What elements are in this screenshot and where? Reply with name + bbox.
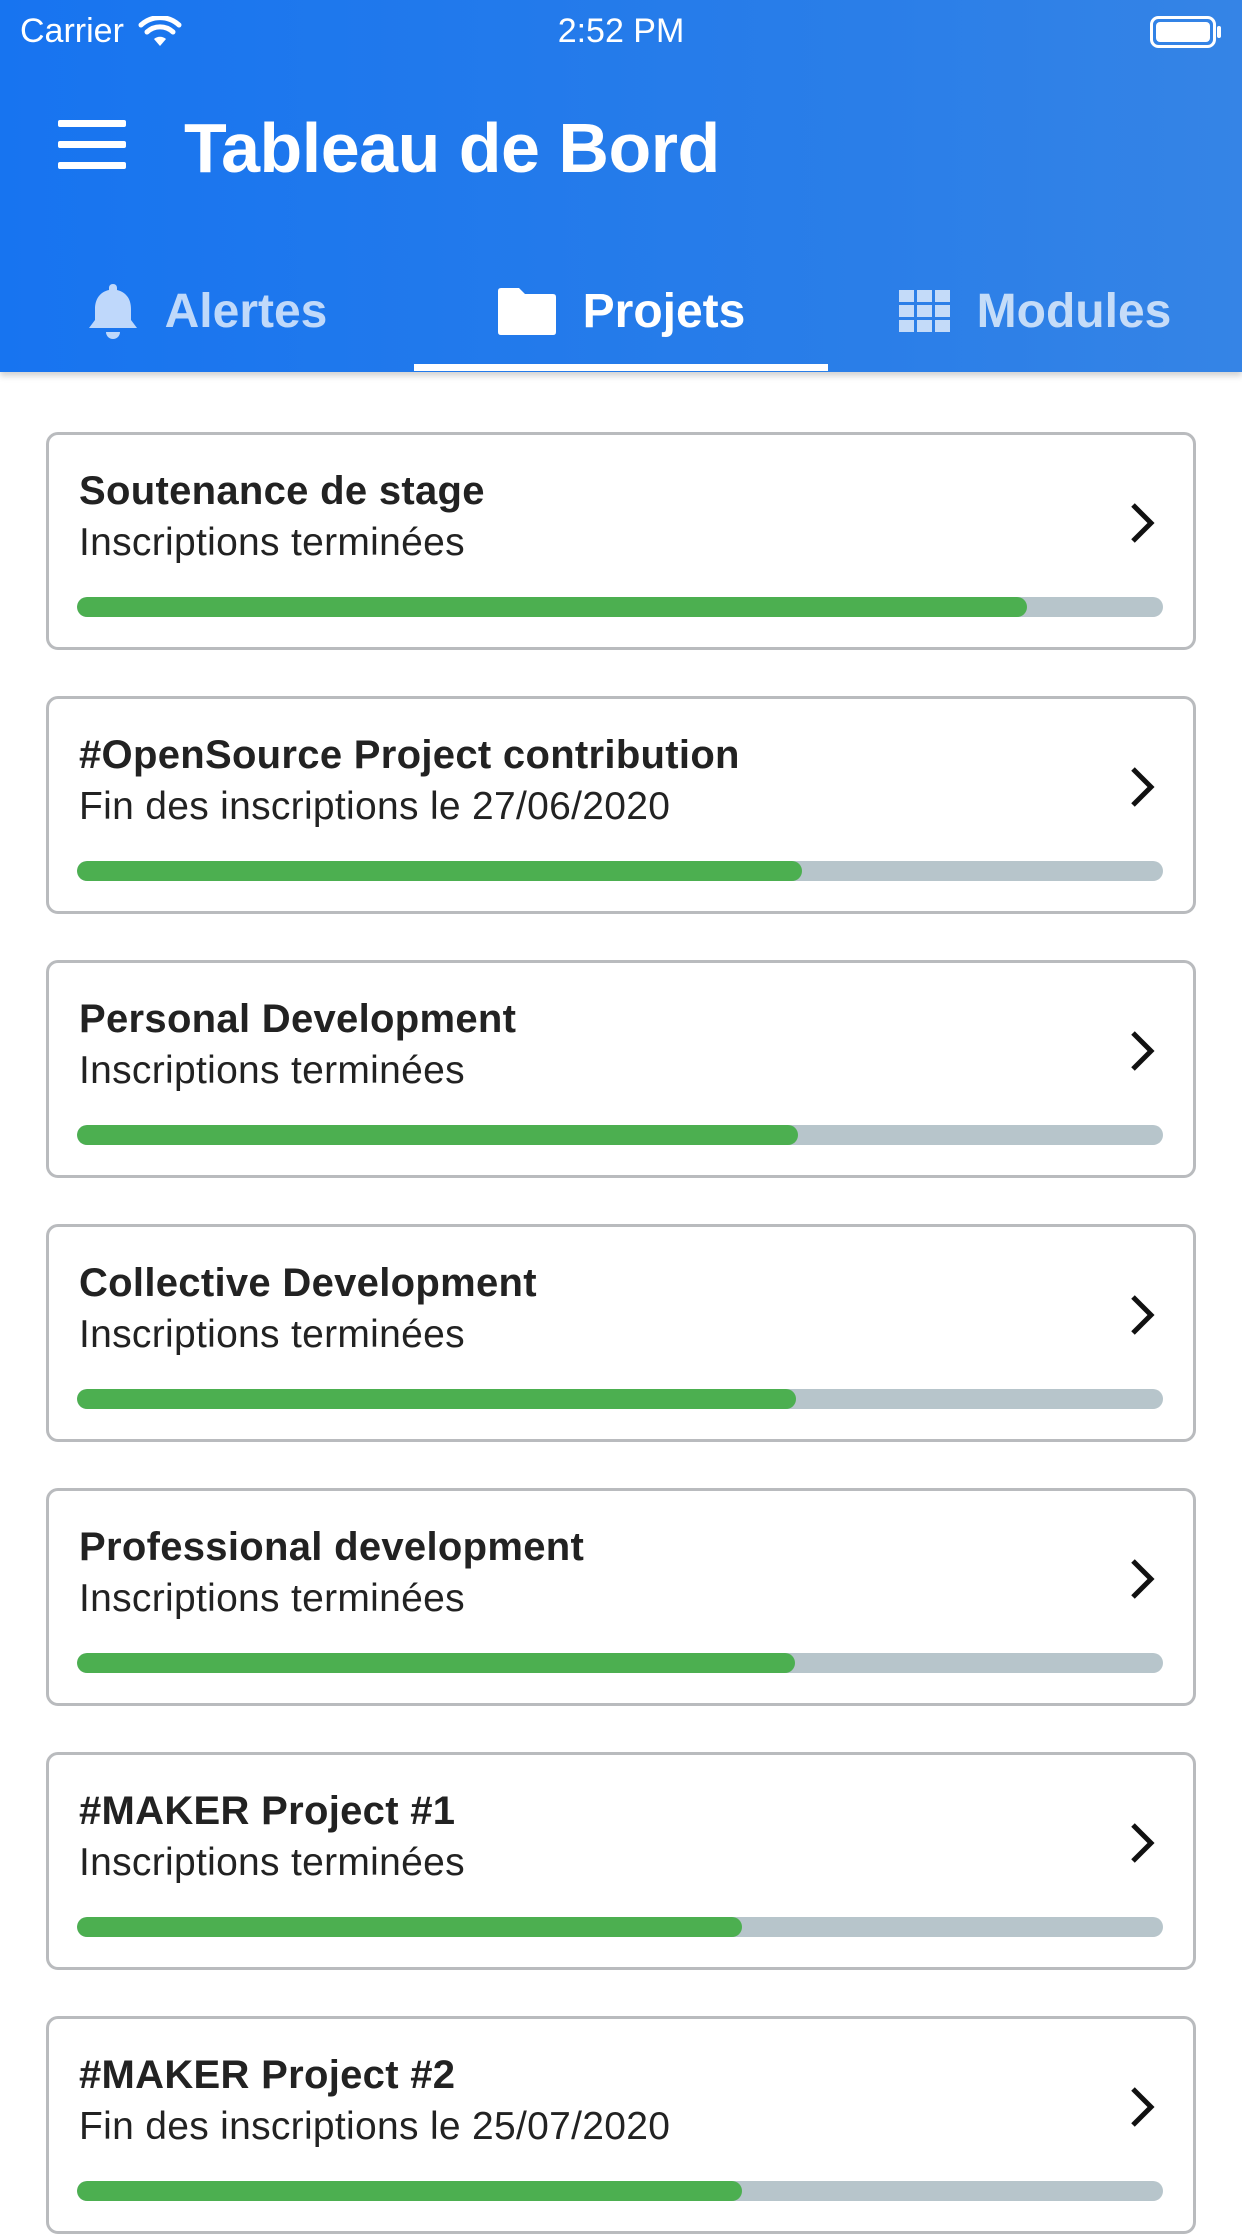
tab-bar: Alertes Projets Modules (0, 250, 1242, 372)
project-title: Soutenance de stage (79, 469, 485, 513)
project-title: Personal Development (79, 997, 517, 1041)
progress-fill (77, 861, 803, 881)
tab-projets[interactable]: Projets (414, 250, 828, 372)
chevron-right-icon (1131, 503, 1155, 543)
project-status: Fin des inscriptions le 27/06/2020 (79, 785, 671, 828)
project-title: #OpenSource Project contribution (79, 733, 740, 777)
folder-icon (497, 288, 556, 335)
project-card[interactable]: #MAKER Project #1 Inscriptions terminées (46, 1752, 1196, 1970)
project-status: Inscriptions terminées (79, 521, 465, 564)
tab-alertes[interactable]: Alertes (0, 250, 414, 372)
project-title: Professional development (79, 1525, 585, 1569)
progress-bar (77, 1653, 1163, 1673)
active-tab-indicator (414, 364, 828, 371)
progress-fill (77, 2181, 742, 2201)
project-card[interactable]: Personal Development Inscriptions termin… (46, 960, 1196, 1178)
project-card[interactable]: Professional development Inscriptions te… (46, 1488, 1196, 1706)
tab-projets-label: Projets (582, 284, 746, 338)
progress-bar (77, 1389, 1163, 1409)
project-status: Inscriptions terminées (79, 1577, 465, 1620)
progress-fill (77, 1917, 742, 1937)
status-bar: Carrier 2:52 PM (0, 0, 1242, 64)
battery-icon (1150, 16, 1221, 48)
progress-fill (77, 1125, 799, 1145)
bell-icon (88, 284, 137, 339)
chevron-right-icon (1131, 1823, 1155, 1863)
progress-bar (77, 1917, 1163, 1937)
progress-bar (77, 861, 1163, 881)
app-header: Carrier 2:52 PM Tableau de Bord Alertes (0, 0, 1242, 372)
project-status: Inscriptions terminées (79, 1049, 465, 1092)
chevron-right-icon (1131, 1559, 1155, 1599)
project-card[interactable]: Soutenance de stage Inscriptions terminé… (46, 432, 1196, 650)
tab-modules[interactable]: Modules (828, 250, 1242, 372)
progress-fill (77, 1653, 795, 1673)
progress-bar (77, 597, 1163, 617)
chevron-right-icon (1131, 1295, 1155, 1335)
project-card[interactable]: #OpenSource Project contribution Fin des… (46, 696, 1196, 914)
project-title: Collective Development (79, 1261, 537, 1305)
chevron-right-icon (1131, 767, 1155, 807)
page-title: Tableau de Bord (184, 109, 720, 187)
progress-bar (77, 2181, 1163, 2201)
project-status: Inscriptions terminées (79, 1841, 465, 1884)
project-card[interactable]: #MAKER Project #2 Fin des inscriptions l… (46, 2016, 1196, 2234)
progress-bar (77, 1125, 1163, 1145)
tab-modules-label: Modules (976, 284, 1172, 338)
progress-fill (77, 1389, 796, 1409)
chevron-right-icon (1131, 1031, 1155, 1071)
project-status: Fin des inscriptions le 25/07/2020 (79, 2105, 671, 2148)
progress-fill (77, 597, 1028, 617)
tab-alertes-label: Alertes (164, 284, 328, 338)
project-status: Inscriptions terminées (79, 1313, 465, 1356)
hamburger-menu-icon[interactable] (58, 120, 126, 170)
grid-icon (898, 290, 950, 332)
project-card[interactable]: Collective Development Inscriptions term… (46, 1224, 1196, 1442)
project-title: #MAKER Project #1 (79, 1789, 456, 1833)
chevron-right-icon (1131, 2087, 1155, 2127)
project-title: #MAKER Project #2 (79, 2053, 456, 2097)
status-time: 2:52 PM (557, 12, 685, 50)
